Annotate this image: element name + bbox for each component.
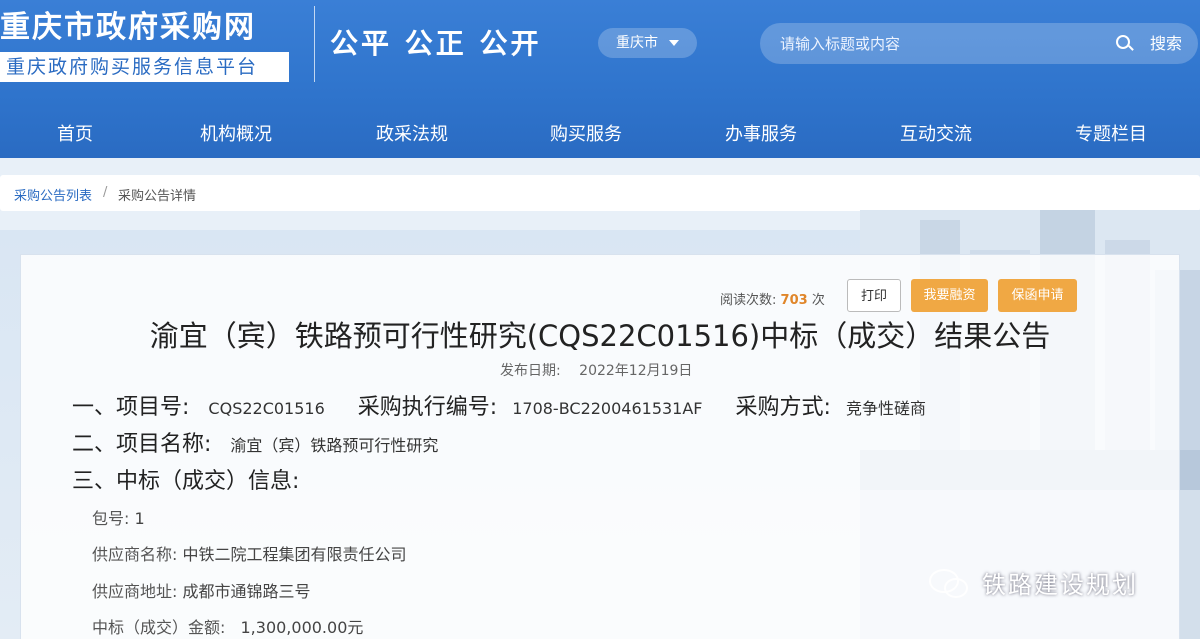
main-nav: 首页 机构概况 政采法规 购买服务 办事服务 互动交流 专题栏目 [0, 110, 1200, 156]
nav-item-affairs[interactable]: 办事服务 [725, 120, 797, 146]
search-box: 搜索 [760, 23, 1198, 64]
address-label: 供应商地址: [92, 582, 178, 601]
address-row: 供应商地址: 成都市通锦路三号 [92, 578, 311, 602]
package-value: 1 [134, 509, 145, 528]
project-name-label: 二、项目名称: [72, 432, 212, 457]
city-select-label: 重庆市 [616, 35, 658, 51]
breadcrumb-separator: / [103, 185, 108, 200]
procurement-method-label: 采购方式: [735, 395, 831, 420]
read-count: 阅读次数: 703 次 [720, 289, 825, 308]
package-label: 包号: [92, 509, 130, 528]
exec-number-value: 1708-BC2200461531AF [512, 399, 703, 418]
nav-item-regulations[interactable]: 政采法规 [376, 120, 448, 146]
amount-label: 中标（成交）金额: [92, 618, 226, 637]
package-row: 包号: 1 [92, 505, 145, 529]
slogan: 公平 公正 公开 [330, 27, 542, 60]
nav-item-purchase-service[interactable]: 购买服务 [550, 120, 622, 146]
watermark-text: 铁路建设规划 [982, 571, 1138, 599]
amount-row: 中标（成交）金额: 1,300,000.00元 [92, 614, 363, 638]
procurement-method-value: 竞争性磋商 [845, 399, 926, 418]
breadcrumb: 采购公告列表 / 采购公告详情 [0, 175, 1200, 211]
project-number-label: 一、项目号: [72, 395, 190, 420]
print-button[interactable]: 打印 [847, 279, 901, 312]
supplier-label: 供应商名称: [92, 545, 178, 564]
search-button[interactable]: 搜索 [1116, 31, 1186, 56]
wechat-icon [929, 569, 968, 598]
site-subtitle[interactable]: 重庆政府购买服务信息平台 [0, 52, 289, 82]
search-input[interactable] [780, 31, 1100, 56]
breadcrumb-current: 采购公告详情 [118, 189, 197, 204]
publish-date-label: 发布日期: [500, 363, 561, 379]
supplier-value: 中铁二院工程集团有限责任公司 [182, 545, 407, 564]
search-icon [1116, 35, 1130, 49]
site-title[interactable]: 重庆市政府采购网 [0, 2, 256, 46]
read-count-value: 703 [780, 293, 808, 308]
nav-item-interaction[interactable]: 互动交流 [900, 120, 972, 146]
address-value: 成都市通锦路三号 [182, 582, 311, 601]
page-title: 渝宜（宾）铁路预可行性研究(CQS22C01516)中标（成交）结果公告 [149, 319, 1051, 353]
section-project-number: 一、项目号: CQS22C01516 采购执行编号: 1708-BC220046… [72, 389, 926, 421]
breadcrumb-list-link[interactable]: 采购公告列表 [14, 185, 92, 204]
amount-value: 1,300,000.00元 [240, 618, 364, 637]
guarantee-button[interactable]: 保函申请 [998, 279, 1077, 312]
section-award-info: 三、中标（成交）信息: [72, 469, 300, 494]
publish-date-value: 2022年12月19日 [579, 363, 693, 379]
header-divider [314, 6, 315, 82]
project-name-value: 渝宜（宾）铁路预可行性研究 [230, 436, 439, 455]
read-count-unit: 次 [811, 293, 825, 308]
chevron-down-icon [669, 40, 679, 46]
site-header: 重庆市政府采购网 重庆政府购买服务信息平台 公平 公正 公开 重庆市 搜索 首页… [0, 0, 1200, 158]
nav-item-topics[interactable]: 专题栏目 [1075, 120, 1147, 146]
nav-item-about[interactable]: 机构概况 [200, 120, 272, 146]
project-number-value: CQS22C01516 [208, 399, 325, 418]
city-select[interactable]: 重庆市 [598, 28, 697, 58]
read-count-label: 阅读次数: [720, 293, 777, 308]
finance-button[interactable]: 我要融资 [911, 279, 988, 312]
publish-date: 发布日期: 2022年12月19日 [500, 360, 692, 380]
supplier-row: 供应商名称: 中铁二院工程集团有限责任公司 [92, 541, 407, 565]
section-project-name: 二、项目名称: 渝宜（宾）铁路预可行性研究 [72, 426, 438, 458]
exec-number-label: 采购执行编号: [357, 395, 498, 420]
nav-item-home[interactable]: 首页 [57, 120, 93, 146]
search-button-label: 搜索 [1150, 34, 1183, 53]
